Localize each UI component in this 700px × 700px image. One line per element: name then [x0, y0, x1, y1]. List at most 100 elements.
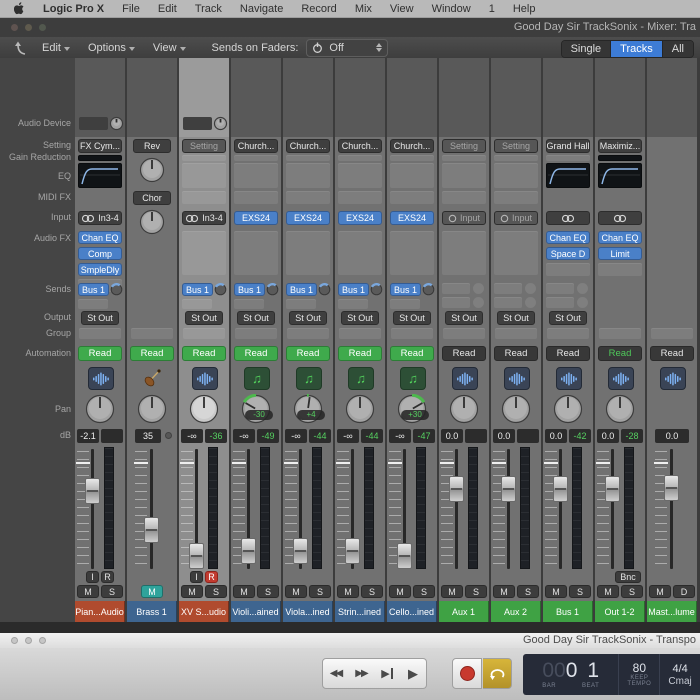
send-knob-1[interactable]	[109, 282, 124, 297]
volume-db-value[interactable]: -∞	[337, 429, 359, 443]
setting-slot[interactable]: Church...	[338, 139, 382, 153]
send-empty-slot-1[interactable]	[546, 283, 574, 294]
midi-fx-empty-slot[interactable]	[182, 191, 226, 204]
fader-track[interactable]	[611, 449, 614, 569]
output-slot[interactable]: St Out	[341, 311, 379, 325]
solo-button[interactable]: S	[413, 585, 435, 598]
peak-level-value[interactable]: -44	[309, 429, 331, 443]
automation-mode-button[interactable]: Read	[130, 346, 174, 361]
volume-db-value[interactable]: -∞	[233, 429, 255, 443]
solo-button[interactable]: S	[569, 585, 591, 598]
group-slot[interactable]	[131, 328, 173, 339]
midi-fx-empty-slot[interactable]	[390, 191, 434, 204]
channel-name[interactable]: Out 1-2	[595, 601, 645, 622]
record-button[interactable]	[452, 658, 482, 689]
automation-mode-button[interactable]: Read	[442, 346, 486, 361]
menu-item-help[interactable]: Help	[513, 3, 536, 15]
channel-name[interactable]: Bus 1	[543, 601, 593, 622]
volume-db-value[interactable]: -∞	[389, 429, 411, 443]
peak-level-value[interactable]: -36	[205, 429, 227, 443]
mute-button[interactable]: M	[77, 585, 99, 598]
play-button[interactable]: ▶	[400, 658, 427, 689]
midi-fx-empty-slot[interactable]	[494, 191, 538, 204]
fader-track[interactable]	[670, 449, 673, 569]
setting-slot[interactable]: Grand Hall	[546, 139, 590, 153]
input-monitor-button[interactable]: I	[86, 571, 99, 583]
volume-db-value[interactable]: 0.0	[655, 429, 689, 443]
automation-mode-button[interactable]: Read	[78, 346, 122, 361]
mute-button[interactable]: M	[141, 585, 163, 598]
zoom-window-icon[interactable]	[39, 637, 46, 644]
audio-fx-empty-slot[interactable]	[286, 231, 330, 275]
setting-slot[interactable]: Church...	[234, 139, 278, 153]
eq-empty-slot[interactable]	[338, 163, 382, 188]
automation-mode-button[interactable]: Read	[598, 346, 642, 361]
pan-knob[interactable]	[449, 394, 479, 424]
channel-name[interactable]: Mast...lume	[647, 601, 697, 622]
solo-button[interactable]: S	[361, 585, 383, 598]
eq-thumbnail[interactable]	[598, 163, 642, 188]
minimize-window-icon[interactable]	[25, 637, 32, 644]
eq-empty-slot[interactable]	[286, 163, 330, 188]
input-slot[interactable]	[598, 211, 642, 225]
send-empty-slot-2[interactable]	[442, 297, 470, 308]
automation-mode-button[interactable]: Read	[650, 346, 694, 361]
send-slot-1[interactable]: Bus 1	[390, 283, 421, 296]
volume-db-value[interactable]: 0.0	[545, 429, 567, 443]
power-icon[interactable]	[312, 42, 323, 54]
output-slot[interactable]: St Out	[393, 311, 431, 325]
channel-name[interactable]: XV S...udio	[179, 601, 229, 622]
channel-name[interactable]: Aux 2	[491, 601, 541, 622]
input-slot[interactable]: Input	[494, 211, 538, 225]
solo-button[interactable]: S	[309, 585, 331, 598]
setting-slot[interactable]: Church...	[390, 139, 434, 153]
fader-handle[interactable]	[449, 476, 464, 503]
audio-fx-slot-1[interactable]: Chan EQ	[78, 231, 122, 244]
automation-mode-button[interactable]: Read	[234, 346, 278, 361]
solo-button[interactable]: S	[205, 585, 227, 598]
send-empty-slot[interactable]	[234, 299, 264, 309]
channel-name[interactable]: Aux 1	[439, 601, 489, 622]
pan-knob[interactable]	[85, 394, 115, 424]
send-empty-slot[interactable]	[78, 299, 108, 309]
options-menu[interactable]: Options	[88, 42, 135, 54]
menu-item-navigate[interactable]: Navigate	[240, 3, 283, 15]
view-menu[interactable]: View	[153, 42, 186, 54]
fast-forward-button[interactable]: ▶▶	[348, 658, 375, 689]
pan-knob[interactable]	[553, 394, 583, 424]
go-to-end-button[interactable]: ▶	[374, 658, 401, 689]
fader-handle[interactable]	[144, 516, 159, 543]
group-slot[interactable]	[495, 328, 537, 339]
midi-send-2-slot[interactable]: Chor	[133, 191, 171, 205]
menu-item-window[interactable]: Window	[432, 3, 471, 15]
audio-fx-empty-slot[interactable]	[234, 231, 278, 275]
close-window-icon[interactable]	[11, 637, 18, 644]
mute-button[interactable]: M	[233, 585, 255, 598]
cycle-button[interactable]	[483, 658, 512, 689]
close-window-icon[interactable]	[11, 24, 18, 31]
group-slot[interactable]	[235, 328, 277, 339]
mute-button[interactable]: M	[545, 585, 567, 598]
midi-fx-empty-slot[interactable]	[234, 191, 278, 204]
sends-on-faders-select[interactable]: Off	[306, 38, 388, 57]
group-slot[interactable]	[651, 328, 693, 339]
menu-item-mix[interactable]: Mix	[355, 3, 372, 15]
peak-level-value[interactable]	[517, 429, 539, 443]
zoom-window-icon[interactable]	[39, 24, 46, 31]
volume-db-value[interactable]: 35	[135, 429, 161, 443]
input-slot[interactable]: EXS24	[390, 211, 434, 225]
send-knob-1[interactable]	[421, 282, 436, 297]
group-slot[interactable]	[391, 328, 433, 339]
send-empty-slot[interactable]	[338, 299, 368, 309]
peak-level-value[interactable]	[101, 429, 123, 443]
group-slot[interactable]	[183, 328, 225, 339]
fader-track[interactable]	[455, 449, 458, 569]
send-slot-1[interactable]: Bus 1	[338, 283, 369, 296]
fader-handle[interactable]	[397, 543, 412, 569]
input-slot[interactable]: EXS24	[286, 211, 330, 225]
mute-button[interactable]: M	[181, 585, 203, 598]
midi-send-1-slot[interactable]: Rev	[133, 139, 171, 153]
send-empty-slot-2[interactable]	[546, 297, 574, 308]
fader-handle[interactable]	[605, 476, 620, 503]
menu-item-record[interactable]: Record	[301, 3, 336, 15]
